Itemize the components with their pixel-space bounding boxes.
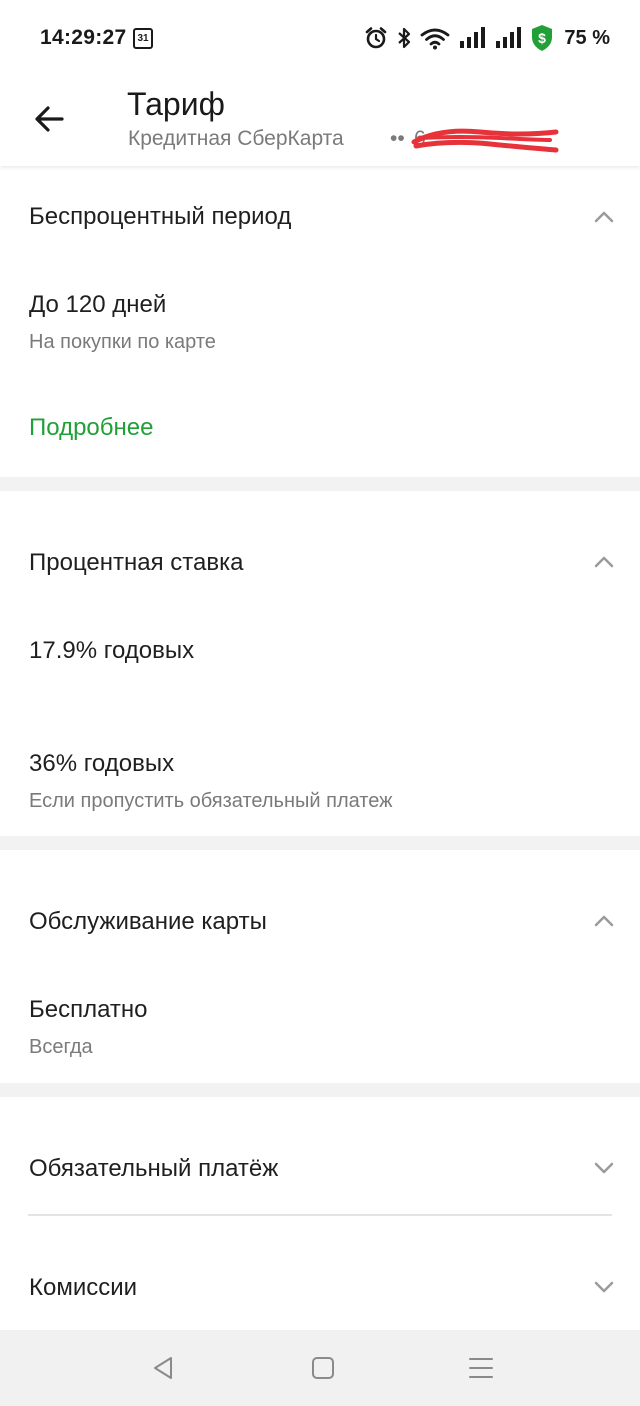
status-bar: 14:29:27 31 $ 75 %: [0, 0, 640, 76]
section-gap: [0, 836, 640, 850]
nav-home-icon[interactable]: [308, 1354, 338, 1382]
divider: [28, 1214, 612, 1216]
card-service-note: Всегда: [29, 1036, 93, 1058]
status-icons: $ 75 %: [364, 22, 610, 54]
section-gap: [0, 1083, 640, 1097]
security-shield-icon: $: [532, 25, 553, 51]
section-collapsed-group: Обязательный платёж Комиссии: [0, 1097, 640, 1330]
wifi-icon: [421, 28, 450, 50]
chevron-down-icon[interactable]: [594, 1162, 614, 1174]
signal-icon: [460, 27, 486, 48]
section-title-mandatory-payment[interactable]: Обязательный платёж: [29, 1155, 278, 1183]
system-nav-bar: [0, 1330, 640, 1406]
app-header: Тариф Кредитная СберКарта •• 6: [0, 76, 640, 166]
section-interest-rate: Процентная ставка 17.9% годовых 36% годо…: [0, 491, 640, 836]
card-number-dots: ••: [390, 127, 405, 150]
section-title-fees[interactable]: Комиссии: [29, 1274, 137, 1302]
card-name: Кредитная СберКарта: [128, 127, 344, 150]
chevron-down-icon[interactable]: [594, 1281, 614, 1293]
calendar-icon: 31: [133, 28, 153, 49]
signal-icon: [496, 27, 522, 48]
chevron-up-icon[interactable]: [594, 915, 614, 927]
rate-penalty: 36% годовых: [29, 750, 175, 777]
interest-free-note: На покупки по карте: [29, 331, 216, 353]
more-details-link[interactable]: Подробнее: [29, 414, 153, 442]
bluetooth-icon: [398, 27, 411, 49]
redaction-scribble: [411, 128, 559, 153]
battery-level: 75 %: [564, 26, 610, 49]
alarm-icon: [366, 27, 387, 49]
section-title-card-service[interactable]: Обслуживание карты: [29, 908, 267, 936]
chevron-up-icon[interactable]: [594, 211, 614, 223]
chevron-up-icon[interactable]: [594, 556, 614, 568]
section-gap: [0, 477, 640, 491]
back-arrow-icon[interactable]: [28, 100, 72, 138]
rate-standard: 17.9% годовых: [29, 637, 195, 664]
interest-free-duration: До 120 дней: [29, 291, 167, 318]
page-title: Тариф: [127, 86, 225, 122]
card-service-price: Бесплатно: [29, 996, 148, 1023]
section-interest-free: Беспроцентный период До 120 дней На поку…: [0, 166, 640, 477]
section-card-service: Обслуживание карты Бесплатно Всегда: [0, 850, 640, 1083]
svg-text:$: $: [539, 30, 547, 46]
section-title-interest-free[interactable]: Беспроцентный период: [29, 203, 291, 231]
rate-penalty-note: Если пропустить обязательный платеж: [29, 790, 393, 812]
nav-menu-icon[interactable]: [466, 1354, 496, 1382]
status-time: 14:29:27: [40, 26, 127, 49]
section-title-interest-rate[interactable]: Процентная ставка: [29, 549, 243, 577]
nav-back-icon[interactable]: [149, 1354, 179, 1382]
